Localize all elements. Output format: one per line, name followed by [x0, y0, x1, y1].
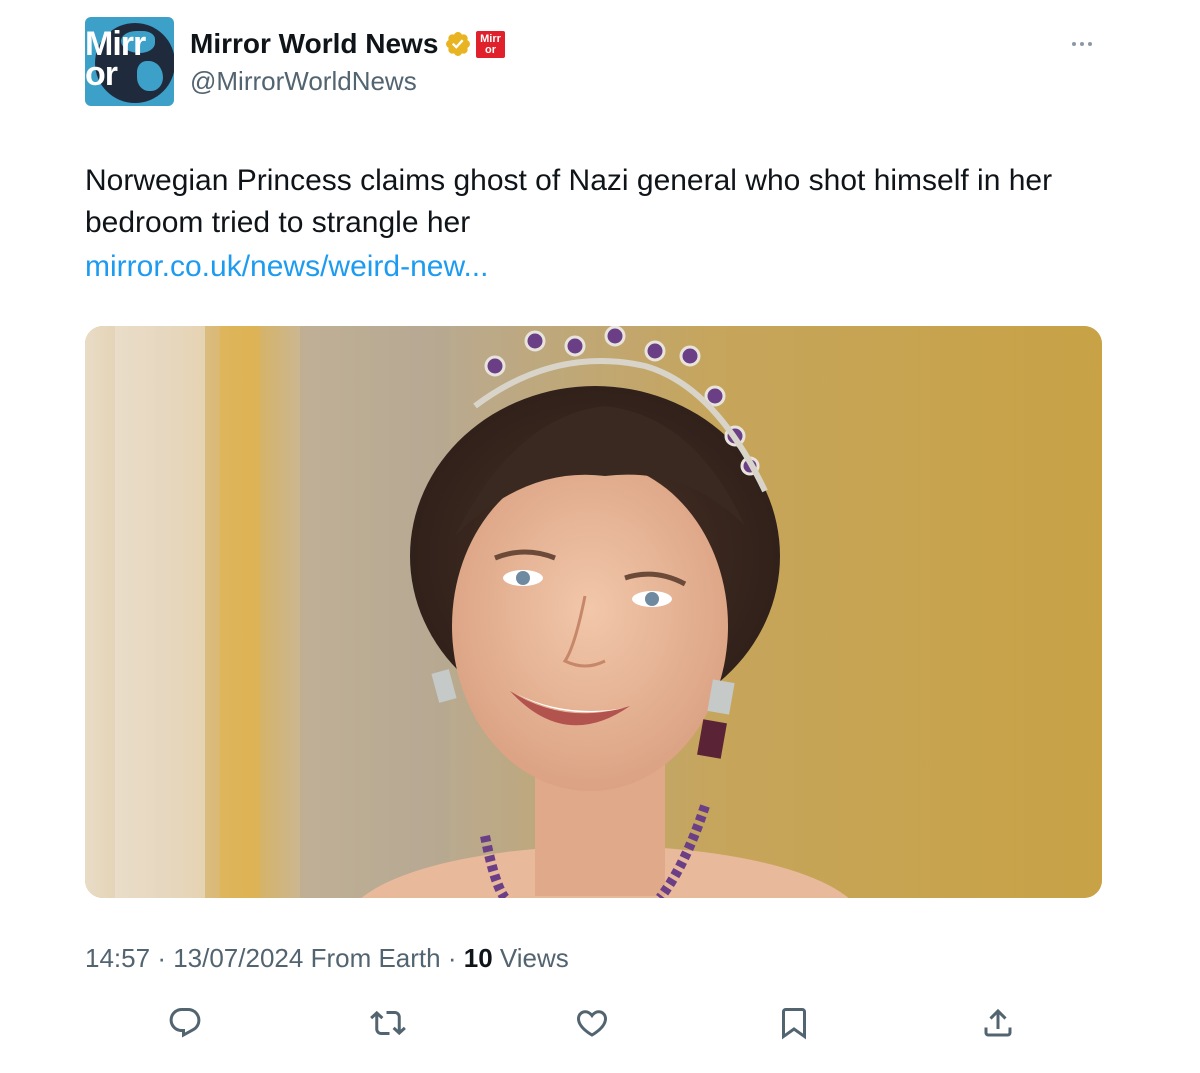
avatar-logo-text: Mirr or [85, 25, 146, 93]
tweet-time[interactable]: 14:57 [85, 943, 150, 973]
tweet-meta: 14:57 · 13/07/2024 From Earth · 10 Views [85, 943, 569, 973]
retweet-icon[interactable] [370, 1005, 406, 1041]
tweet-text: Norwegian Princess claims ghost of Nazi … [85, 164, 1053, 239]
tweet-link[interactable]: mirror.co.uk/news/weird-new... [85, 247, 488, 287]
views-label: Views [499, 943, 569, 973]
more-dot-icon [1072, 42, 1076, 46]
tweet-date[interactable]: 13/07/2024 [173, 943, 303, 973]
princess-photo-illustration [85, 326, 1102, 898]
tweet-image[interactable] [85, 326, 1102, 898]
like-icon[interactable] [574, 1005, 610, 1041]
reply-icon[interactable] [167, 1005, 203, 1041]
more-options-button[interactable] [1072, 36, 1102, 52]
share-icon[interactable] [980, 1005, 1016, 1041]
author-handle[interactable]: @MirrorWorldNews [190, 66, 417, 97]
author-name[interactable]: Mirror World News [190, 28, 438, 60]
author-avatar[interactable]: Mirr or [85, 17, 174, 106]
tweet-actions-bar [0, 1005, 1200, 1045]
views-count: 10 [463, 943, 493, 973]
verified-badge-icon [446, 32, 470, 56]
bookmark-icon[interactable] [776, 1005, 812, 1041]
tweet-source: From Earth [310, 943, 441, 973]
affiliation-badge[interactable]: Mirr or [476, 31, 505, 58]
